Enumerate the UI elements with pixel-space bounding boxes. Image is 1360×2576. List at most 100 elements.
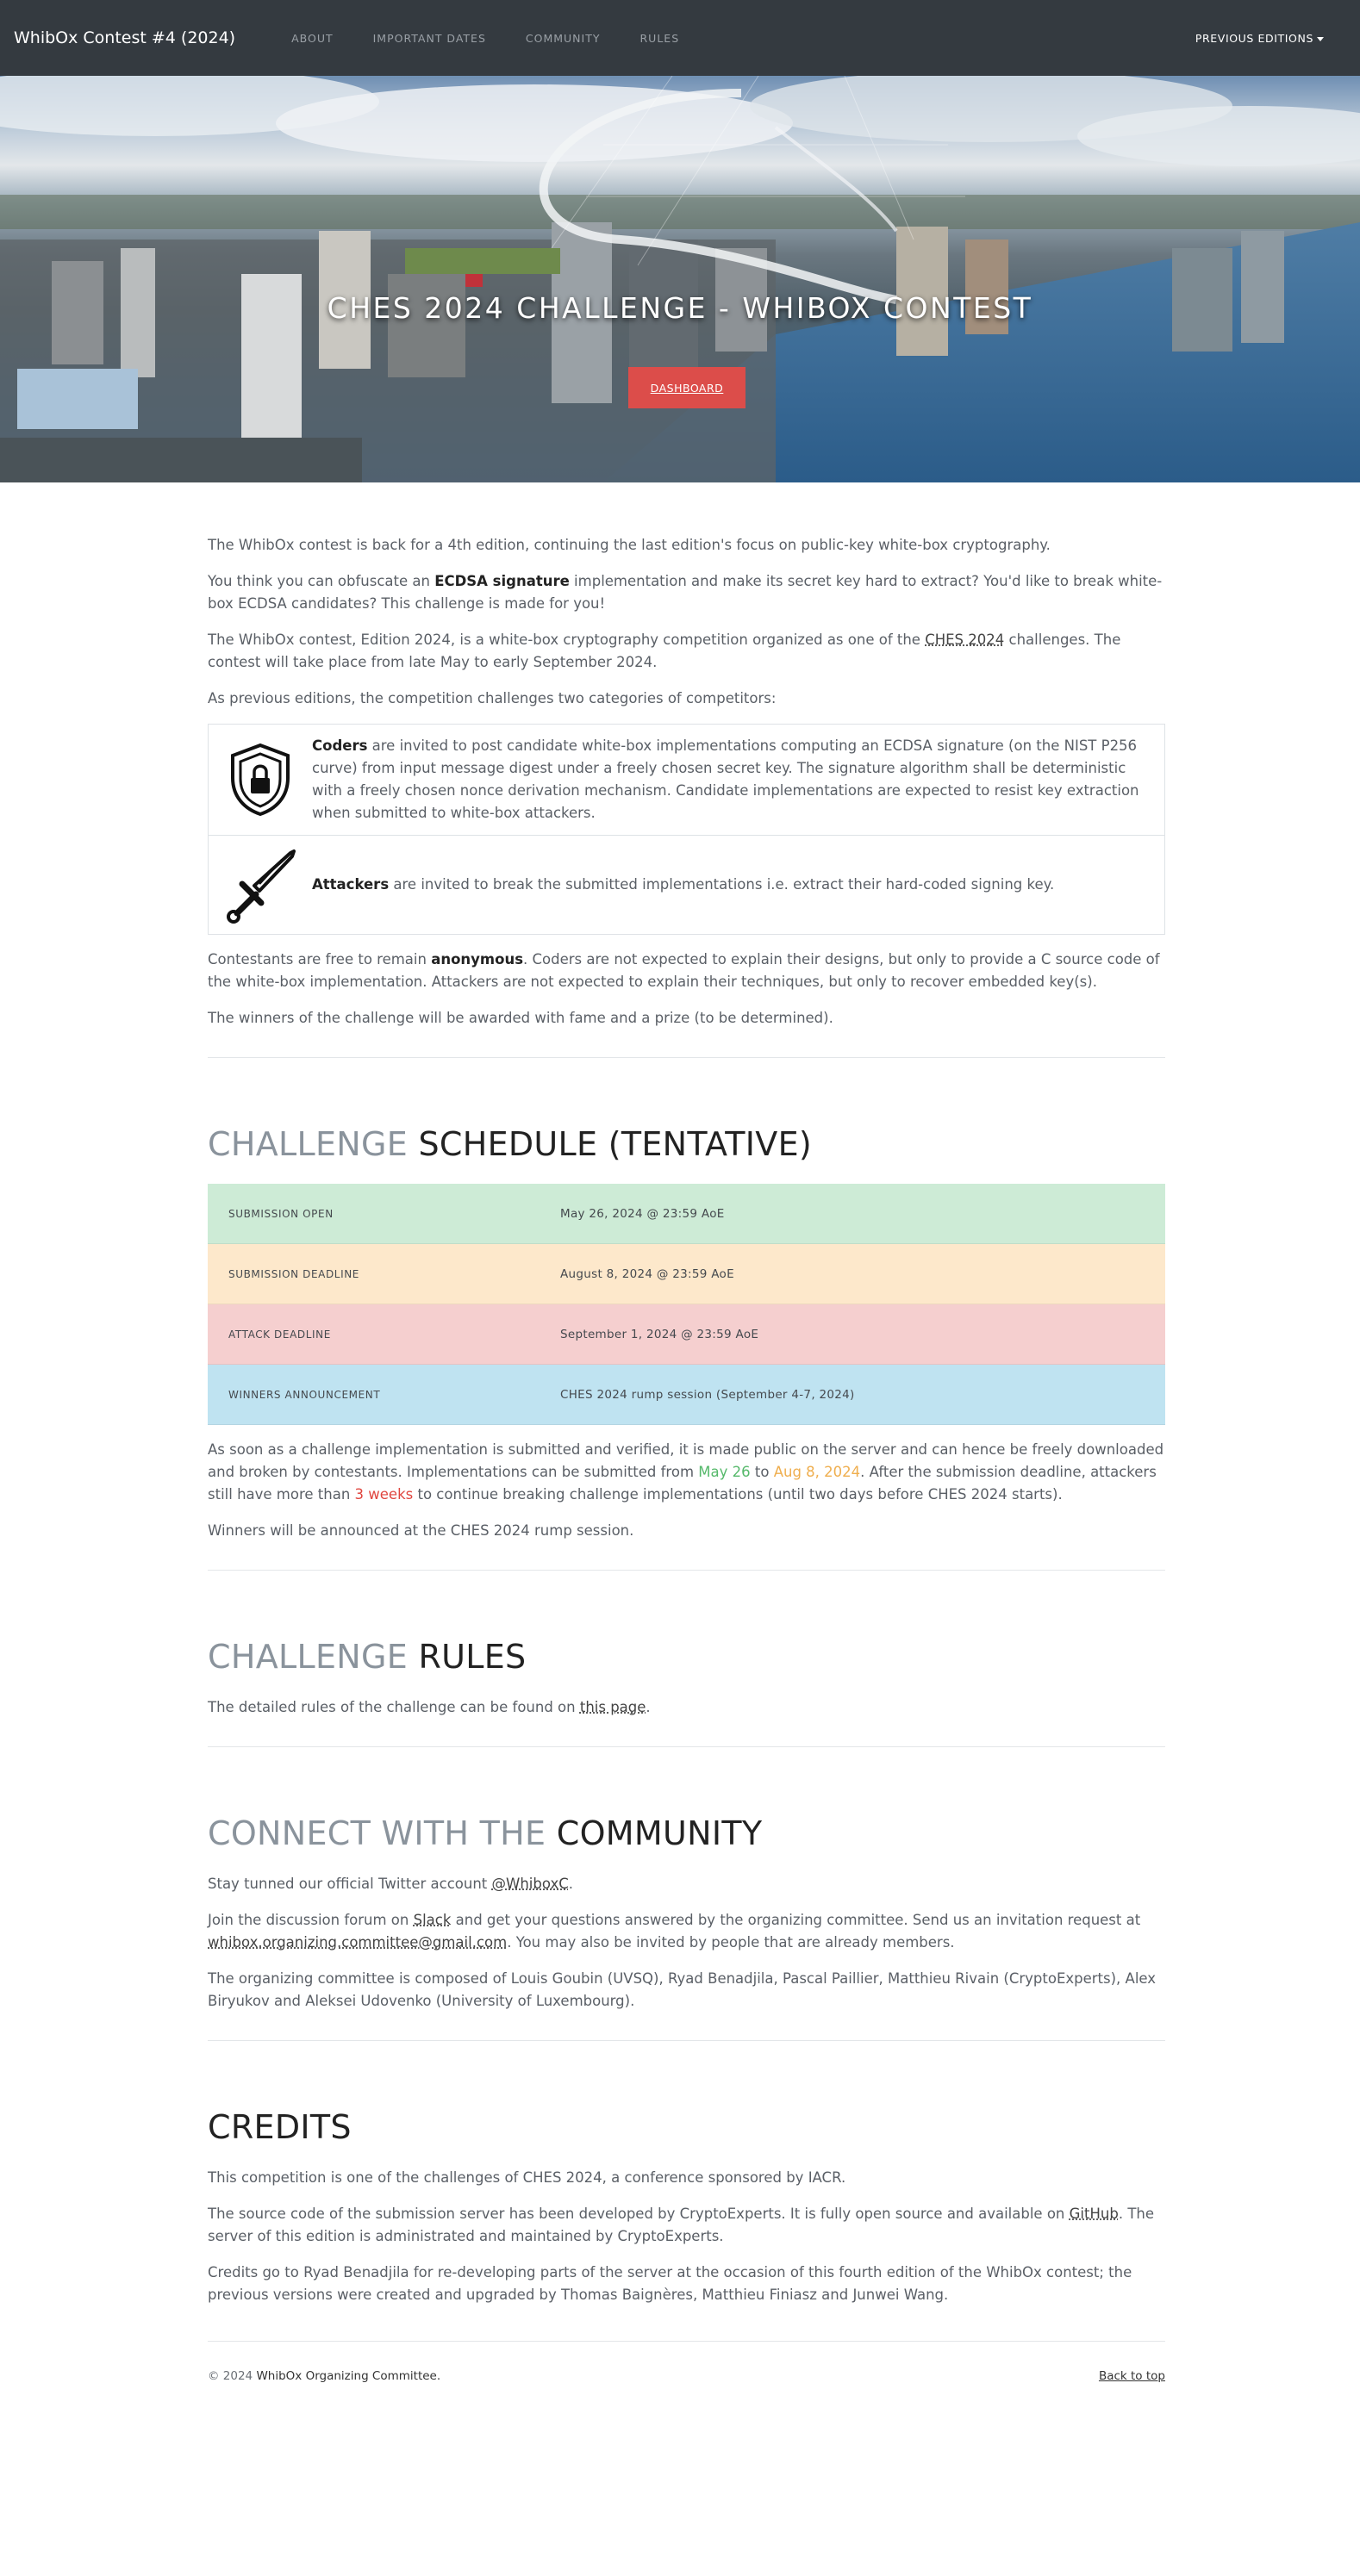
attackers-description: Attackers are invited to break the submi… — [312, 863, 1164, 906]
email-link[interactable]: whibox.organizing.committee@gmail.com — [208, 1934, 507, 1951]
schedule-value: May 26, 2024 @ 23:59 AoE — [560, 1206, 725, 1221]
committee-name: WhibOx Organizing Committee. — [256, 2369, 441, 2383]
schedule-value: September 1, 2024 @ 23:59 AoE — [560, 1327, 759, 1341]
hero-city-image — [0, 76, 1360, 482]
about-section: The WhibOx contest is back for a 4th edi… — [208, 534, 1165, 1030]
github-link[interactable]: GitHub — [1070, 2206, 1119, 2222]
date-aug-8: Aug 8, 2024 — [773, 1464, 861, 1480]
text: Contestants are free to remain — [208, 951, 432, 968]
credits-section: CREDITS This competition is one of the c… — [208, 2108, 1165, 2306]
heading-muted: CONNECT WITH THE — [208, 1814, 546, 1852]
coders-description: Coders are invited to post candidate whi… — [312, 725, 1164, 835]
previous-editions-dropdown[interactable]: PREVIOUS EDITIONS — [1195, 32, 1324, 45]
text: . You may also be invited by people that… — [507, 1934, 955, 1951]
schedule-label: SUBMISSION DEADLINE — [228, 1267, 359, 1280]
rules-heading: CHALLENGE RULES — [208, 1638, 1165, 1676]
anonymous-paragraph: Contestants are free to remain anonymous… — [208, 949, 1165, 993]
schedule-label: ATTACK DEADLINE — [228, 1328, 331, 1341]
hero-title: CHES 2024 CHALLENGE - WHIBOX CONTEST — [327, 291, 1033, 325]
copyright-text: © 2024 — [208, 2369, 257, 2383]
schedule-label: SUBMISSION OPEN — [228, 1207, 334, 1220]
text: and get your questions answered by the o… — [451, 1912, 1141, 1928]
text: are invited to post candidate white-box … — [312, 737, 1139, 821]
nav-link-about[interactable]: ABOUT — [291, 32, 334, 45]
anonymous-strong: anonymous — [431, 951, 524, 968]
nav-link-important-dates[interactable]: IMPORTANT DATES — [373, 32, 486, 45]
text: You think you can obfuscate an — [208, 573, 435, 589]
about-ecdsa-paragraph: You think you can obfuscate an ECDSA sig… — [208, 570, 1165, 615]
heading-muted: CHALLENGE — [208, 1125, 409, 1163]
schedule-value: August 8, 2024 @ 23:59 AoE — [560, 1266, 734, 1281]
three-weeks: 3 weeks — [354, 1486, 414, 1503]
prize-paragraph: The winners of the challenge will be awa… — [208, 1010, 833, 1026]
schedule-row-winners-announcement: WINNERS ANNOUNCEMENT CHES 2024 rump sess… — [208, 1365, 1165, 1425]
nav-link-rules[interactable]: RULES — [640, 32, 680, 45]
attackers-row: Attackers are invited to break the submi… — [209, 835, 1164, 934]
nav-link-community[interactable]: COMMUNITY — [526, 32, 601, 45]
slack-paragraph: Join the discussion forum on Slack and g… — [208, 1909, 1165, 1954]
rules-page-link[interactable]: this page — [580, 1699, 646, 1715]
rules-section: CHALLENGE RULES The detailed rules of th… — [208, 1638, 1165, 1719]
text: Join the discussion forum on — [208, 1912, 414, 1928]
community-section: CONNECT WITH THE COMMUNITY Stay tunned o… — [208, 1814, 1165, 2013]
text: The WhibOx contest, Edition 2024, is a w… — [208, 632, 926, 648]
text: to — [750, 1464, 774, 1480]
heading-main: SCHEDULE (TENTATIVE) — [418, 1125, 813, 1163]
back-to-top-link[interactable]: Back to top — [1099, 2369, 1165, 2383]
schedule-row-attack-deadline: ATTACK DEADLINE September 1, 2024 @ 23:5… — [208, 1304, 1165, 1365]
coders-strong: Coders — [312, 737, 368, 754]
text: Stay tunned our official Twitter account — [208, 1876, 492, 1892]
text: to continue breaking challenge implement… — [413, 1486, 1063, 1503]
schedule-row-submission-open: SUBMISSION OPEN May 26, 2024 @ 23:59 AoE — [208, 1184, 1165, 1244]
previous-editions-label: PREVIOUS EDITIONS — [1195, 31, 1313, 45]
schedule-explanation: As soon as a challenge implementation is… — [208, 1439, 1165, 1506]
credits-heading: CREDITS — [208, 2108, 352, 2146]
footer-copyright: © 2024 WhibOx Organizing Committee. — [208, 2369, 440, 2383]
main-content: The WhibOx contest is back for a 4th edi… — [208, 534, 1165, 2383]
about-intro: The WhibOx contest is back for a 4th edi… — [208, 537, 1051, 553]
schedule-table: SUBMISSION OPEN May 26, 2024 @ 23:59 AoE… — [208, 1184, 1165, 1425]
heading-muted: CHALLENGE — [208, 1638, 409, 1676]
committee-paragraph: The organizing committee is composed of … — [208, 1970, 1157, 2009]
divider — [208, 1570, 1165, 1571]
divider — [208, 1057, 1165, 1058]
about-ches-paragraph: The WhibOx contest, Edition 2024, is a w… — [208, 629, 1165, 674]
date-may-26: May 26 — [698, 1464, 751, 1480]
text: are invited to break the submitted imple… — [389, 876, 1055, 893]
text: The detailed rules of the challenge can … — [208, 1699, 580, 1715]
brand[interactable]: WhibOx Contest #4 (2024) — [14, 28, 235, 47]
hero-banner: CHES 2024 CHALLENGE - WHIBOX CONTEST DAS… — [0, 76, 1360, 482]
text: The source code of the submission server… — [208, 2206, 1070, 2222]
about-categories-intro: As previous editions, the competition ch… — [208, 690, 777, 706]
sword-icon — [209, 836, 312, 934]
shield-lock-icon — [209, 731, 312, 828]
schedule-value: CHES 2024 rump session (September 4-7, 2… — [560, 1387, 855, 1402]
caret-down-icon — [1317, 36, 1324, 41]
footer: © 2024 WhibOx Organizing Committee. Back… — [208, 2341, 1165, 2383]
text: . — [568, 1876, 573, 1892]
ches-2024-link[interactable]: CHES 2024 — [925, 632, 1004, 648]
schedule-section: CHALLENGE SCHEDULE (TENTATIVE) SUBMISSIO… — [208, 1125, 1165, 1542]
community-heading: CONNECT WITH THE COMMUNITY — [208, 1814, 1165, 1852]
competitor-categories-table: Coders are invited to post candidate whi… — [208, 724, 1165, 935]
credits-thanks-paragraph: Credits go to Ryad Benadjila for re-deve… — [208, 2264, 1132, 2303]
divider — [208, 1746, 1165, 1747]
nav-links: ABOUT IMPORTANT DATES COMMUNITY RULES — [271, 32, 1195, 45]
navbar: WhibOx Contest #4 (2024) ABOUT IMPORTANT… — [0, 0, 1360, 76]
heading-main: COMMUNITY — [556, 1814, 763, 1852]
credits-source-paragraph: The source code of the submission server… — [208, 2203, 1165, 2248]
dashboard-button[interactable]: DASHBOARD — [628, 367, 746, 408]
ecdsa-strong: ECDSA signature — [434, 573, 570, 589]
schedule-heading: CHALLENGE SCHEDULE (TENTATIVE) — [208, 1125, 1165, 1163]
schedule-label: WINNERS ANNOUNCEMENT — [228, 1388, 381, 1401]
attackers-strong: Attackers — [312, 876, 390, 893]
coders-row: Coders are invited to post candidate whi… — [209, 725, 1164, 835]
heading-main: RULES — [418, 1638, 527, 1676]
slack-link[interactable]: Slack — [414, 1912, 452, 1928]
twitter-link[interactable]: @WhiboxC — [492, 1876, 569, 1892]
schedule-row-submission-deadline: SUBMISSION DEADLINE August 8, 2024 @ 23:… — [208, 1244, 1165, 1304]
twitter-paragraph: Stay tunned our official Twitter account… — [208, 1873, 1165, 1895]
rules-paragraph: The detailed rules of the challenge can … — [208, 1696, 1165, 1719]
text: . — [646, 1699, 651, 1715]
divider — [208, 2040, 1165, 2041]
